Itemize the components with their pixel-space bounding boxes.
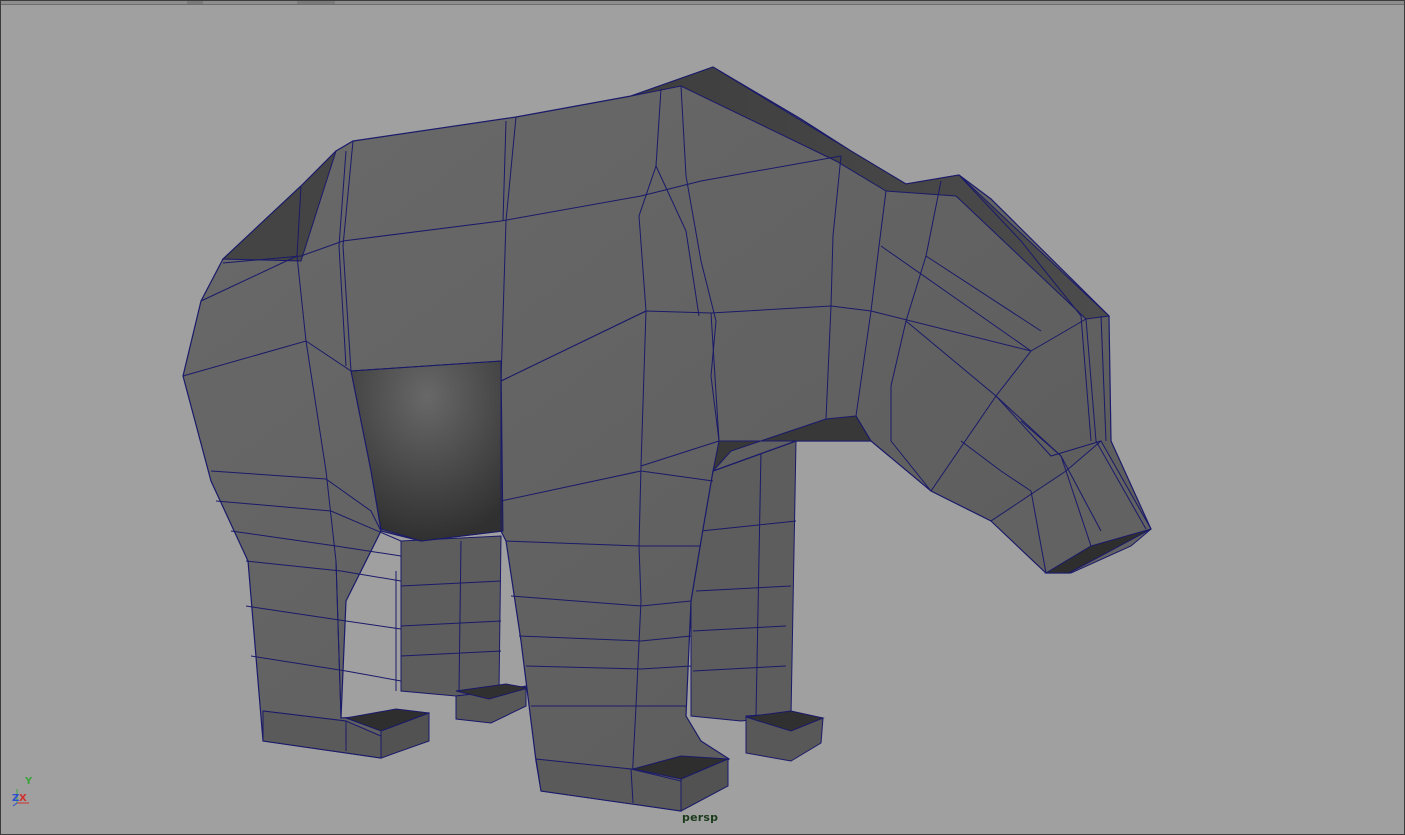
axis-gizmo: Y Z X — [9, 775, 39, 807]
near-hind-foot — [262, 708, 430, 759]
axis-y-label: Y — [25, 776, 33, 787]
bear-mesh-model[interactable] — [1, 1, 1404, 834]
bear-body — [182, 66, 1152, 812]
perspective-viewport[interactable]: Y Z X persp — [0, 0, 1405, 835]
camera-name-label: persp — [682, 811, 719, 824]
axis-x-label: X — [19, 793, 27, 804]
far-front-leg — [690, 440, 825, 762]
